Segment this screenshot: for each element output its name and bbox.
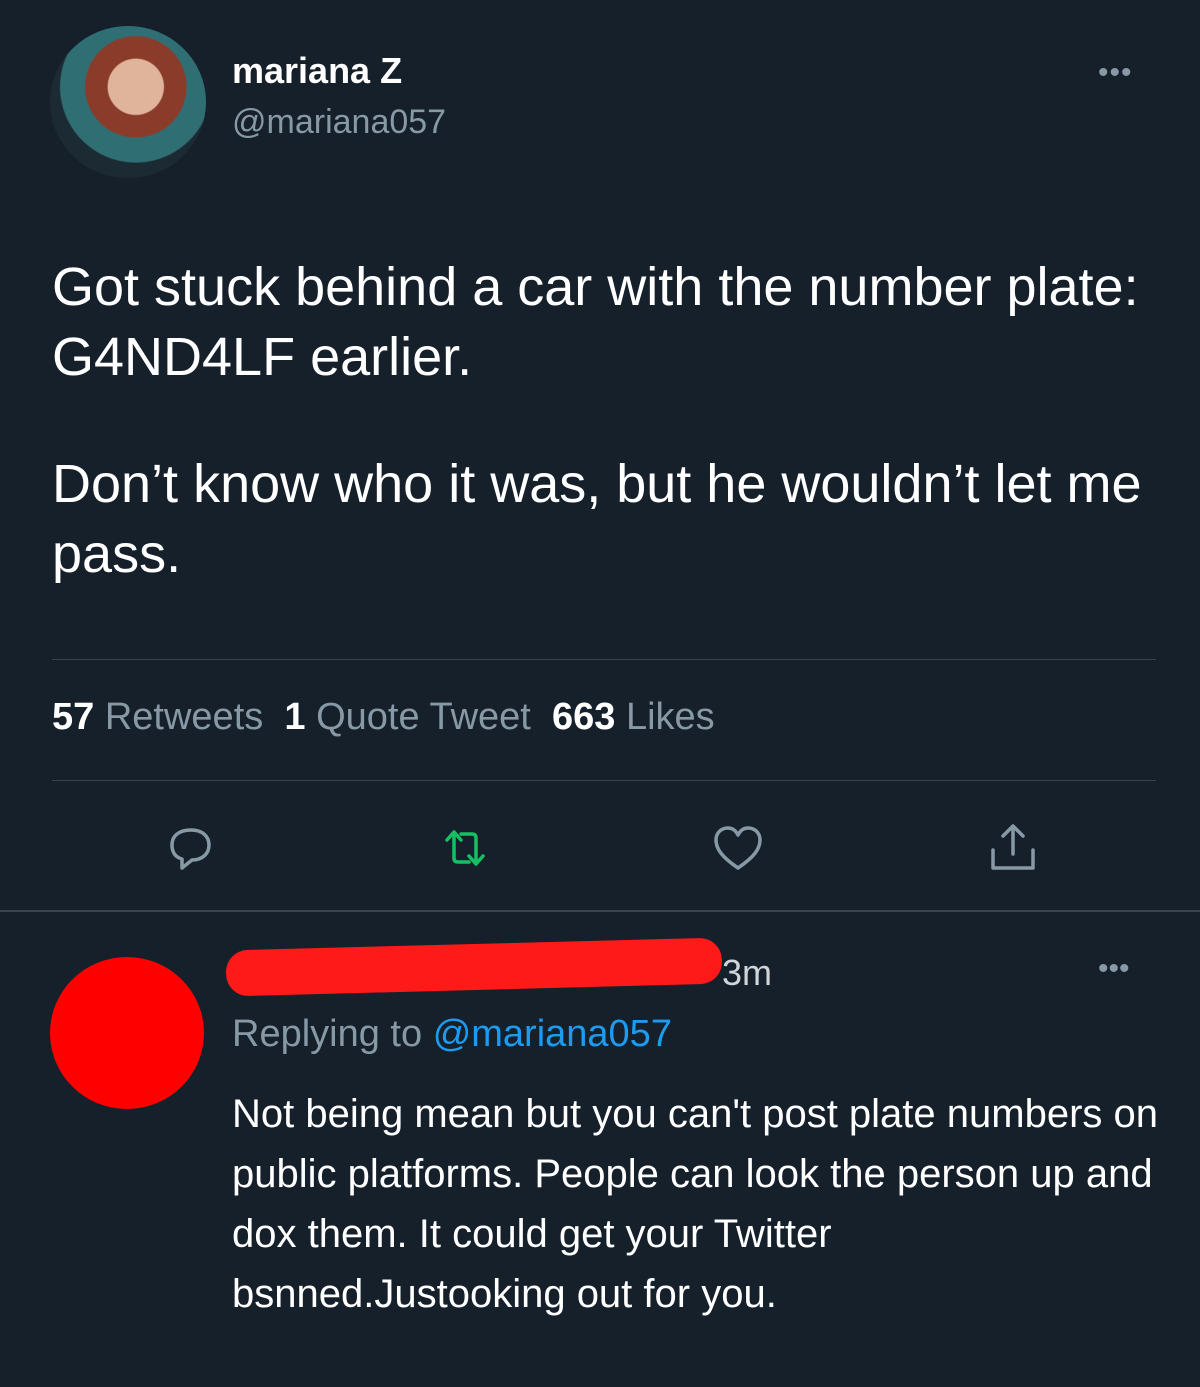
reply-text: Not being mean but you can't post plate … <box>232 1092 1158 1316</box>
tweet-stats: 57 Retweets 1 Quote Tweet 663 Likes <box>52 696 715 739</box>
likes-label[interactable]: Likes <box>626 696 715 738</box>
heart-icon[interactable] <box>708 818 768 878</box>
replying-mention-link[interactable]: @mariana057 <box>433 1013 672 1055</box>
tweet-text-paragraph-2: Don’t know who it was, but he wouldn’t l… <box>52 454 1142 584</box>
reply-more-options-icon[interactable]: ••• <box>1098 952 1130 986</box>
likes-count[interactable]: 663 <box>552 696 615 738</box>
retweets-label[interactable]: Retweets <box>105 696 263 738</box>
replying-prefix: Replying to <box>232 1013 423 1055</box>
more-options-icon[interactable]: ••• <box>1098 56 1133 90</box>
share-icon[interactable] <box>983 818 1043 878</box>
author-display-name[interactable]: mariana Z <box>232 50 402 92</box>
replying-to-line: Replying to @mariana057 <box>232 1013 672 1056</box>
section-separator <box>0 910 1200 912</box>
author-avatar[interactable] <box>50 26 206 178</box>
quotes-count[interactable]: 1 <box>284 696 305 738</box>
quotes-label[interactable]: Quote Tweet <box>316 696 531 738</box>
reply-author-avatar-redacted[interactable] <box>50 957 204 1109</box>
divider <box>52 780 1156 781</box>
redacted-name-scribble <box>225 937 723 997</box>
reply-timestamp[interactable]: 3m <box>722 952 772 994</box>
retweets-count[interactable]: 57 <box>52 696 94 738</box>
divider <box>52 659 1156 660</box>
retweet-icon[interactable] <box>435 818 495 878</box>
author-handle[interactable]: @mariana057 <box>232 103 446 142</box>
reply-icon[interactable] <box>160 818 220 878</box>
tweet-text-paragraph-1: Got stuck behind a car with the number p… <box>52 257 1139 387</box>
